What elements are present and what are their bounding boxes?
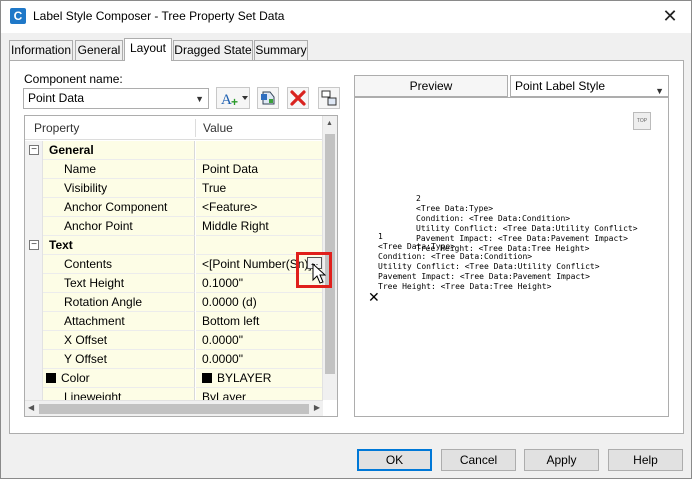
color-swatch-icon bbox=[46, 373, 56, 383]
property-row[interactable]: Rotation Angle 0.0000 (d) bbox=[25, 293, 323, 312]
view-cube-top-button[interactable]: TOP bbox=[633, 112, 651, 130]
category-general[interactable]: − General bbox=[25, 141, 323, 160]
property-row[interactable]: Anchor Component <Feature> bbox=[25, 198, 323, 217]
tab-layout[interactable]: Layout bbox=[124, 38, 172, 61]
ok-button[interactable]: OK bbox=[357, 449, 432, 471]
property-value[interactable]: <Feature> bbox=[196, 198, 323, 217]
property-value[interactable]: Middle Right bbox=[196, 217, 323, 236]
property-name: Anchor Component bbox=[43, 198, 195, 217]
property-row[interactable]: Text Height 0.1000" bbox=[25, 274, 323, 293]
point-marker-icon: ✕ bbox=[368, 289, 380, 305]
mouse-cursor-icon bbox=[312, 263, 326, 284]
tab-general[interactable]: General bbox=[75, 40, 123, 60]
scrollbar-thumb[interactable] bbox=[39, 404, 309, 414]
property-value: BYLAYER bbox=[217, 371, 272, 385]
horizontal-scrollbar[interactable]: ◀ ▶ bbox=[25, 400, 323, 416]
property-row[interactable]: X Offset 0.0000" bbox=[25, 331, 323, 350]
property-name: Text Height bbox=[43, 274, 195, 293]
category-text[interactable]: − Text bbox=[25, 236, 323, 255]
preview-canvas[interactable]: TOP 2 <Tree Data:Type> Condition: <Tree … bbox=[354, 97, 669, 417]
preview-style-value: Point Label Style bbox=[515, 79, 606, 93]
copy-component-icon bbox=[261, 91, 275, 105]
copy-component-button[interactable] bbox=[257, 87, 279, 109]
property-value[interactable]: 0.0000" bbox=[196, 331, 323, 350]
window-title: Label Style Composer - Tree Property Set… bbox=[33, 9, 285, 23]
property-value[interactable]: Bottom left bbox=[196, 312, 323, 331]
apply-button[interactable]: Apply bbox=[524, 449, 599, 471]
svg-text:+: + bbox=[231, 95, 238, 108]
property-name: Y Offset bbox=[43, 350, 195, 369]
chevron-down-icon: ▼ bbox=[195, 94, 204, 104]
grid-header: Property Value bbox=[25, 116, 323, 140]
tab-dragged-state[interactable]: Dragged State bbox=[173, 40, 253, 60]
component-name-dropdown[interactable]: Point Data ▼ bbox=[23, 88, 209, 109]
preview-label: Preview bbox=[354, 75, 508, 97]
property-row[interactable]: Visibility True bbox=[25, 179, 323, 198]
category-label: General bbox=[43, 141, 195, 160]
title-bar: C Label Style Composer - Tree Property S… bbox=[1, 1, 691, 33]
cancel-button[interactable]: Cancel bbox=[441, 449, 516, 471]
color-swatch-icon bbox=[202, 373, 212, 383]
preview-style-dropdown[interactable]: Point Label Style ▼ bbox=[510, 75, 669, 97]
property-name: Visibility bbox=[43, 179, 195, 198]
close-icon[interactable]: ✕ bbox=[657, 5, 683, 27]
property-value[interactable]: 0.0000" bbox=[196, 350, 323, 369]
property-row[interactable]: Name Point Data bbox=[25, 160, 323, 179]
value-column-header: Value bbox=[203, 121, 233, 135]
delete-icon bbox=[290, 90, 306, 106]
help-button[interactable]: Help bbox=[608, 449, 683, 471]
property-name: Attachment bbox=[43, 312, 195, 331]
property-row[interactable]: Anchor Point Middle Right bbox=[25, 217, 323, 236]
scroll-left-icon[interactable]: ◀ bbox=[28, 403, 34, 412]
property-value[interactable]: 0.0000 (d) bbox=[196, 293, 323, 312]
property-row[interactable]: Y Offset 0.0000" bbox=[25, 350, 323, 369]
property-value[interactable]: True bbox=[196, 179, 323, 198]
component-draw-order-button[interactable] bbox=[318, 87, 340, 109]
property-name: Name bbox=[43, 160, 195, 179]
category-label: Text bbox=[43, 236, 195, 255]
property-name: Rotation Angle bbox=[43, 293, 195, 312]
property-value[interactable]: Point Data bbox=[196, 160, 323, 179]
property-row[interactable]: Attachment Bottom left bbox=[25, 312, 323, 331]
dialog-window: C Label Style Composer - Tree Property S… bbox=[0, 0, 692, 479]
scroll-up-icon[interactable]: ▲ bbox=[326, 120, 333, 127]
property-row[interactable]: Color BYLAYER bbox=[25, 369, 323, 388]
component-name-label: Component name: bbox=[24, 72, 123, 86]
tab-summary[interactable]: Summary bbox=[254, 40, 308, 60]
property-grid: Property Value − General Name Point Data… bbox=[24, 115, 338, 417]
property-name: X Offset bbox=[43, 331, 195, 350]
collapse-icon[interactable]: − bbox=[29, 240, 39, 250]
property-name: Anchor Point bbox=[43, 217, 195, 236]
property-name: Contents bbox=[43, 255, 195, 274]
tab-information[interactable]: Information bbox=[9, 40, 73, 60]
delete-component-button[interactable] bbox=[287, 87, 309, 109]
component-name-value: Point Data bbox=[28, 91, 85, 105]
create-text-component-button[interactable]: A + bbox=[216, 87, 250, 109]
civil3d-app-icon: C bbox=[10, 8, 26, 24]
property-column-header: Property bbox=[34, 121, 80, 135]
collapse-icon[interactable]: − bbox=[29, 145, 39, 155]
property-row-contents[interactable]: Contents <[Point Number(Sn)]> bbox=[25, 255, 323, 274]
preview-label-1: 1 <Tree Data:Type> Condition: <Tree Data… bbox=[378, 232, 600, 291]
scroll-right-icon[interactable]: ▶ bbox=[314, 403, 320, 412]
add-text-component-icon: A + bbox=[221, 92, 248, 109]
draw-order-icon bbox=[321, 90, 337, 106]
property-name: Color bbox=[61, 371, 90, 385]
